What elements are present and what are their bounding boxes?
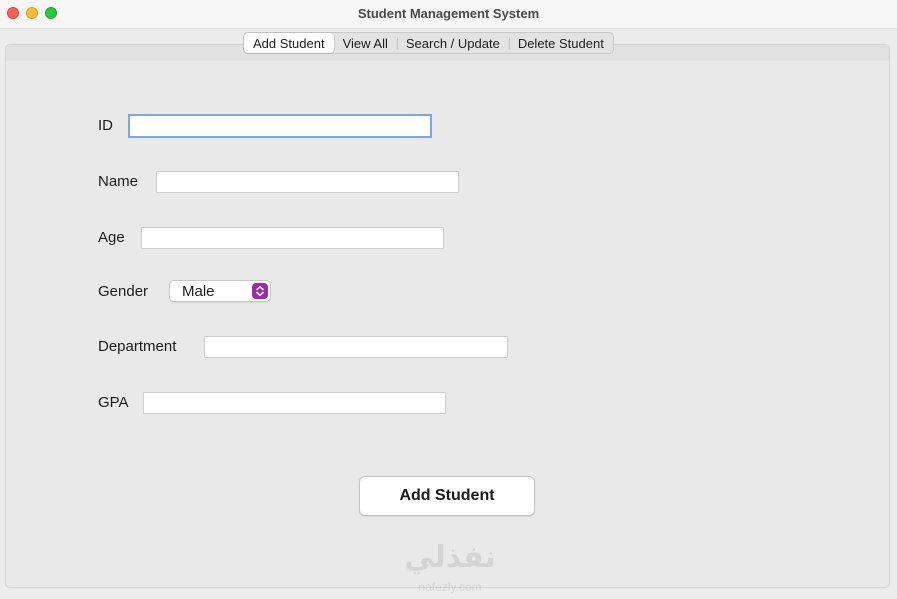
tab-search-update[interactable]: Search / Update [396,33,509,53]
name-label: Name [98,173,139,190]
window-title: Student Management System [357,6,540,21]
age-field[interactable] [141,227,444,249]
tab-delete-student[interactable]: Delete Student [508,33,613,53]
gender-label: Gender [98,283,149,300]
add-student-button[interactable]: Add Student [359,476,535,516]
tab-add-student[interactable]: Add Student [244,33,334,53]
age-label: Age [98,229,125,246]
tab-view-all[interactable]: View All [334,33,397,53]
chevron-up-down-icon [252,283,268,299]
gender-selected-value: Male [182,283,215,300]
watermark-url: nafezly.com [418,580,482,594]
watermark: نفذلي nafezly.com [390,540,510,596]
gender-select[interactable]: Male [169,280,271,302]
title-bar: Student Management System [0,0,897,29]
department-label: Department [98,338,177,355]
name-field[interactable] [156,171,459,193]
tab-bar: Add Student View All Search / Update Del… [243,32,614,54]
gpa-field[interactable] [143,392,446,414]
gpa-label: GPA [98,394,129,411]
id-label: ID [98,117,113,134]
id-field[interactable] [128,114,432,138]
department-field[interactable] [204,336,508,358]
watermark-brand: نفذلي [404,540,496,575]
